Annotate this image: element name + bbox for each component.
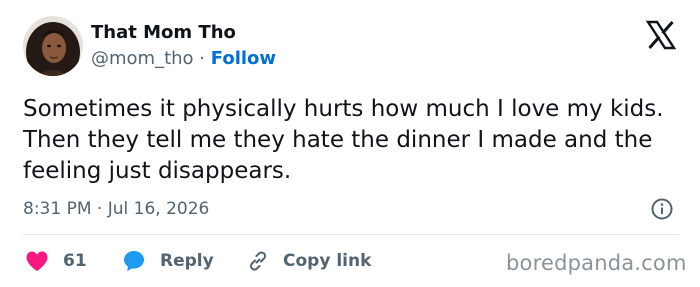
reply-button[interactable]: Reply [122,248,214,274]
avatar-image [23,16,83,76]
link-icon [249,251,267,271]
divider [23,234,679,235]
avatar[interactable] [23,16,83,76]
tweet-card: That Mom Tho @mom_tho · Follow Sometimes… [0,0,700,287]
like-count: 61 [63,251,87,271]
heart-icon [26,251,48,271]
info-icon[interactable] [651,198,673,220]
author-handle-row: @mom_tho · Follow [91,48,276,70]
copy-link-label: Copy link [283,251,372,271]
x-logo-icon[interactable] [645,20,677,50]
speech-bubble-icon [124,251,144,271]
author-name[interactable]: That Mom Tho [91,22,236,44]
handle-separator: · [199,48,206,69]
copy-link-button[interactable]: Copy link [246,248,371,274]
reply-label: Reply [160,251,214,271]
follow-button[interactable]: Follow [211,48,276,69]
author-handle[interactable]: @mom_tho [91,48,194,69]
like-button[interactable]: 61 [25,248,87,274]
watermark: boredpanda.com [506,251,687,275]
tweet-timestamp[interactable]: 8:31 PM · Jul 16, 2026 [23,198,209,220]
tweet-text: Sometimes it physically hurts how much I… [23,96,664,184]
